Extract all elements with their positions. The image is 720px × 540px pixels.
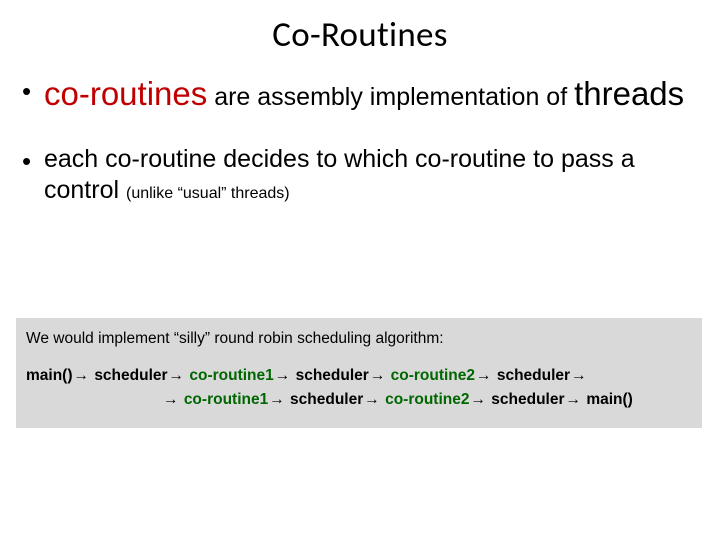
example-box: We would implement “silly” round robin s… <box>16 318 702 428</box>
seq-cr1: co-routine1 <box>189 367 273 384</box>
bullet-2: each co-routine decides to which co-rout… <box>44 144 696 205</box>
arrow-icon: → <box>274 364 292 388</box>
slide: Co-Routines co-routines are assembly imp… <box>0 0 720 540</box>
arrow-icon: → <box>475 364 493 388</box>
arrow-icon: → <box>73 364 91 388</box>
arrow-icon: → <box>268 388 286 412</box>
box-intro-text: We would implement “silly” round robin s… <box>26 330 439 347</box>
arrow-icon: → <box>565 388 583 412</box>
seq-cr2: co-routine2 <box>391 367 475 384</box>
bullet-1-coroutines: co-routines <box>44 75 207 112</box>
seq-sched: scheduler <box>296 367 369 384</box>
arrow-icon: → <box>162 388 180 412</box>
arrow-icon: → <box>570 364 588 388</box>
seq-sched: scheduler <box>94 367 167 384</box>
seq-sched: scheduler <box>290 391 363 408</box>
slide-title: Co-Routines <box>0 0 720 56</box>
bullet-1-text: are assembly implementation of <box>207 83 574 111</box>
seq-sched: scheduler <box>491 391 564 408</box>
arrow-icon: → <box>369 364 387 388</box>
bullet-1-threads: threads <box>574 75 684 112</box>
seq-main-end: main() <box>586 391 633 408</box>
bullet-2-paren: (unlike “usual” threads) <box>126 185 290 202</box>
seq-main-start: main() <box>26 367 73 384</box>
bullet-list: co-routines are assembly implementation … <box>44 74 696 205</box>
arrow-icon: → <box>363 388 381 412</box>
box-intro-line: We would implement “silly” round robin s… <box>26 330 692 348</box>
seq-cr1: co-routine1 <box>184 391 268 408</box>
seq-sched: scheduler <box>497 367 570 384</box>
sequence: main()→ scheduler→ co-routine1→ schedule… <box>26 364 692 412</box>
seq-cr2: co-routine2 <box>385 391 469 408</box>
arrow-icon: → <box>469 388 487 412</box>
bullet-1: co-routines are assembly implementation … <box>44 74 696 114</box>
arrow-icon: → <box>168 364 186 388</box>
box-intro-colon: : <box>439 330 443 347</box>
